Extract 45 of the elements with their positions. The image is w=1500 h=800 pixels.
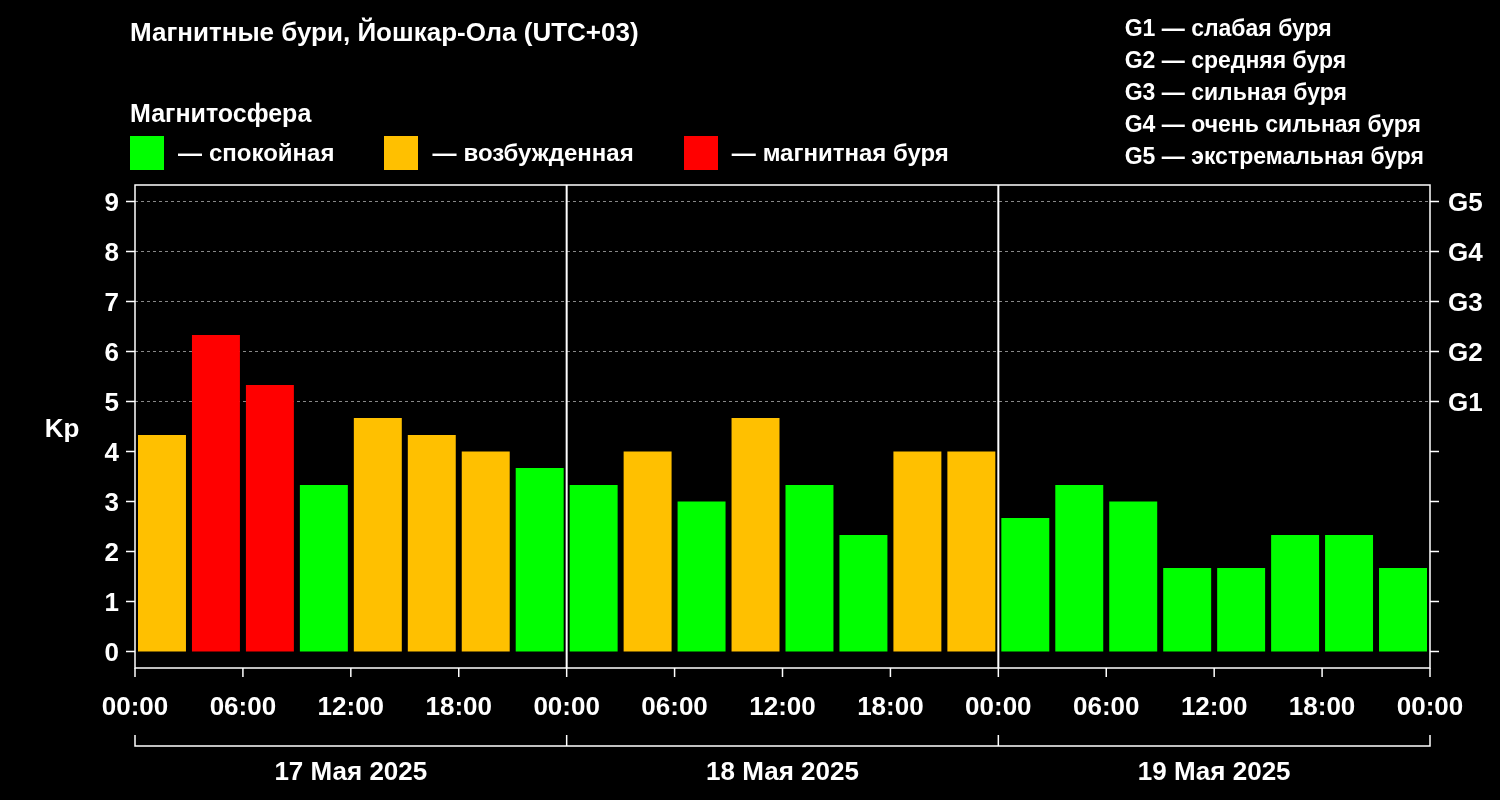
x-tick-label: 12:00 bbox=[749, 691, 816, 721]
x-tick-label: 00:00 bbox=[101, 691, 169, 721]
storm-level-label: G3 bbox=[1448, 286, 1483, 317]
storm-level-label: G5 bbox=[1448, 186, 1483, 217]
date-label: 17 Мая 2025 bbox=[274, 756, 428, 786]
date-label: 18 Мая 2025 bbox=[706, 756, 859, 786]
y-tick-label: 7 bbox=[104, 286, 119, 317]
legend-dash: — bbox=[178, 139, 202, 167]
date-label: 19 Мая 2025 bbox=[1137, 756, 1291, 786]
storm-scale-entry: G4 — очень сильная буря bbox=[1124, 110, 1422, 139]
storm-scale-entry: G2 — средняя буря bbox=[1124, 46, 1348, 75]
y-tick-label: 0 bbox=[104, 636, 119, 667]
y-tick-label: 9 bbox=[104, 186, 119, 217]
legend-label: магнитная буря bbox=[762, 139, 949, 167]
storm-scale-entry: G1 — слабая буря bbox=[1124, 14, 1333, 43]
x-tick-label: 18:00 bbox=[425, 691, 492, 721]
y-tick-label: 3 bbox=[104, 486, 119, 517]
x-tick-label: 06:00 bbox=[1073, 691, 1140, 721]
x-tick-label: 12:00 bbox=[1180, 691, 1248, 721]
legend-label: спокойная bbox=[209, 139, 335, 167]
x-tick-label: 06:00 bbox=[641, 691, 708, 721]
x-tick-label: 12:00 bbox=[317, 691, 385, 721]
legend-label: возбужденная bbox=[463, 139, 634, 167]
y-tick-label: 6 bbox=[104, 336, 119, 367]
legend-dash: — bbox=[731, 139, 756, 167]
y-tick-label: 4 bbox=[104, 436, 119, 467]
y-tick-label: 1 bbox=[104, 586, 119, 617]
storm-scale-entry: G3 — сильная буря bbox=[1124, 78, 1348, 107]
y-tick-label: 5 bbox=[104, 386, 119, 417]
y-tick-label: 8 bbox=[104, 236, 119, 267]
storm-level-label: G4 bbox=[1448, 236, 1483, 267]
y-axis-label: Kp bbox=[44, 413, 80, 443]
x-tick-label: 00:00 bbox=[1396, 691, 1464, 721]
storm-scale-entry: G5 — экстремальная буря bbox=[1124, 142, 1424, 171]
x-tick-label: 06:00 bbox=[209, 691, 277, 721]
legend-heading: Магнитосфера bbox=[130, 98, 313, 128]
x-tick-label: 00:00 bbox=[965, 691, 1032, 721]
chart-title: Магнитные бури, Йошкар-Ола (UTC+03) bbox=[130, 16, 640, 48]
x-tick-label: 18:00 bbox=[857, 691, 924, 721]
storm-level-label: G2 bbox=[1448, 336, 1483, 367]
legend-dash: — bbox=[432, 139, 457, 167]
storm-level-label: G1 bbox=[1448, 386, 1483, 417]
y-tick-label: 2 bbox=[104, 536, 119, 567]
x-tick-label: 18:00 bbox=[1288, 691, 1356, 721]
x-tick-label: 00:00 bbox=[533, 691, 600, 721]
